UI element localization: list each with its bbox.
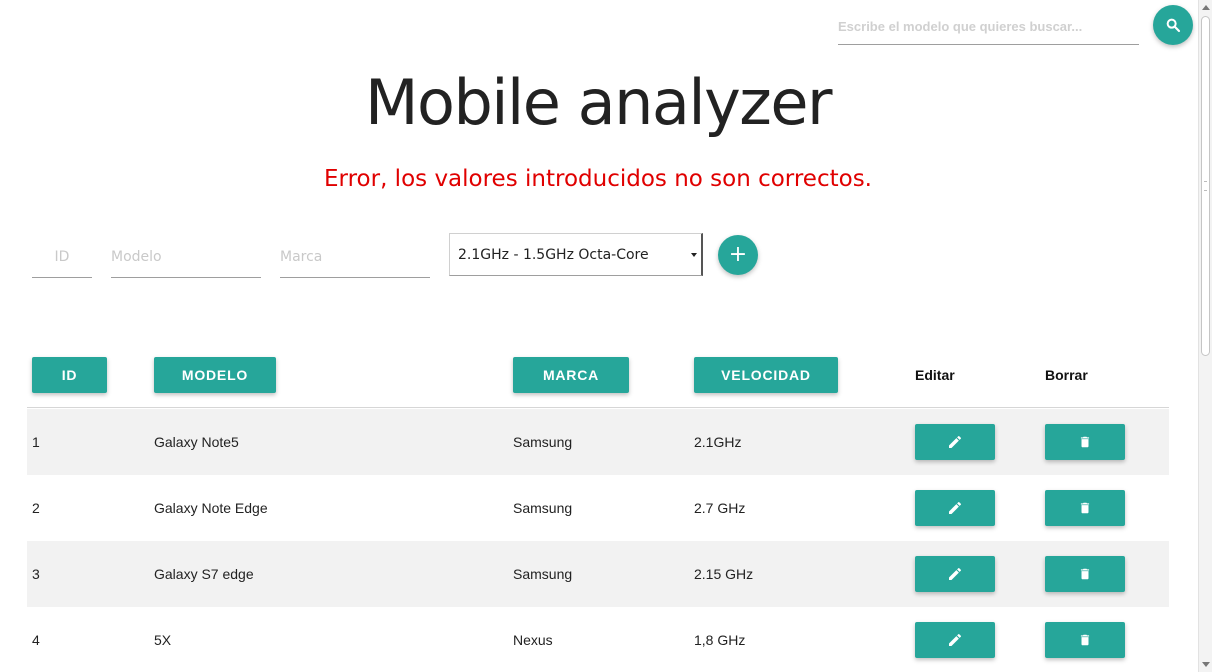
search-button[interactable] — [1153, 5, 1193, 45]
cell-id: 2 — [32, 500, 40, 516]
plus-icon: + — [728, 242, 748, 267]
pencil-icon — [949, 501, 962, 514]
cell-velocidad: 2.15 GHz — [694, 566, 754, 582]
velocidad-select-value: 2.1GHz - 1.5GHz Octa-Core — [458, 246, 649, 263]
edit-button[interactable] — [915, 556, 995, 592]
delete-button[interactable] — [1045, 622, 1125, 658]
cell-modelo: Galaxy S7 edge — [154, 566, 254, 582]
error-message: Error, los valores introducidos no son c… — [324, 166, 872, 192]
vertical-scrollbar[interactable] — [1198, 0, 1212, 672]
trash-icon — [1080, 436, 1090, 448]
trash-icon — [1080, 634, 1090, 646]
edit-button[interactable] — [915, 490, 995, 526]
add-button[interactable]: + — [718, 235, 758, 275]
delete-button[interactable] — [1045, 490, 1125, 526]
borrar-column-header: Borrar — [1045, 367, 1088, 383]
scroll-down-arrow-icon[interactable] — [1202, 662, 1210, 667]
table-row: 2 Galaxy Note Edge Samsung 2.7 GHz — [27, 475, 1169, 541]
edit-button[interactable] — [915, 424, 995, 460]
table-row: 1 Galaxy Note5 Samsung 2.1GHz — [27, 409, 1169, 475]
pencil-icon — [949, 567, 962, 580]
scroll-up-arrow-icon[interactable] — [1202, 5, 1210, 10]
modelo-field[interactable] — [111, 236, 261, 278]
cell-velocidad: 2.7 GHz — [694, 500, 746, 516]
velocidad-select[interactable]: 2.1GHz - 1.5GHz Octa-Core — [449, 233, 703, 276]
cell-velocidad: 1,8 GHz — [694, 632, 746, 648]
cell-modelo: Galaxy Note5 — [154, 434, 239, 450]
cell-marca: Samsung — [513, 434, 573, 450]
sort-id-button[interactable]: ID — [32, 357, 107, 393]
search-icon — [1166, 18, 1181, 33]
cell-modelo: Galaxy Note Edge — [154, 500, 268, 516]
cell-modelo: 5X — [154, 632, 172, 648]
cell-id: 4 — [32, 632, 40, 648]
cell-marca: Samsung — [513, 566, 573, 582]
edit-button[interactable] — [915, 622, 995, 658]
sort-velocidad-button[interactable]: VELOCIDAD — [694, 357, 838, 393]
page-title: Mobile analyzer — [365, 66, 832, 139]
delete-button[interactable] — [1045, 424, 1125, 460]
sort-modelo-button[interactable]: MODELO — [154, 357, 276, 393]
dropdown-arrow-icon — [691, 253, 697, 257]
cell-marca: Nexus — [513, 632, 553, 648]
id-field[interactable] — [32, 236, 92, 278]
cell-velocidad: 2.1GHz — [694, 434, 742, 450]
trash-icon — [1080, 502, 1090, 514]
editar-column-header: Editar — [915, 367, 955, 383]
cell-marca: Samsung — [513, 500, 573, 516]
marca-field[interactable] — [280, 236, 430, 278]
sort-marca-button[interactable]: MARCA — [513, 357, 629, 393]
table-row: 4 5X Nexus 1,8 GHz — [27, 607, 1169, 672]
table-header: ID MODELO MARCA VELOCIDAD Editar Borrar — [27, 350, 1169, 408]
cell-id: 3 — [32, 566, 40, 582]
cell-id: 1 — [32, 434, 40, 450]
page: Mobile analyzer Error, los valores intro… — [0, 0, 1212, 672]
pencil-icon — [949, 435, 962, 448]
search-input[interactable] — [838, 8, 1139, 45]
scrollbar-thumb[interactable] — [1201, 16, 1210, 356]
trash-icon — [1080, 568, 1090, 580]
table-row: 3 Galaxy S7 edge Samsung 2.15 GHz — [27, 541, 1169, 607]
pencil-icon — [949, 633, 962, 646]
delete-button[interactable] — [1045, 556, 1125, 592]
